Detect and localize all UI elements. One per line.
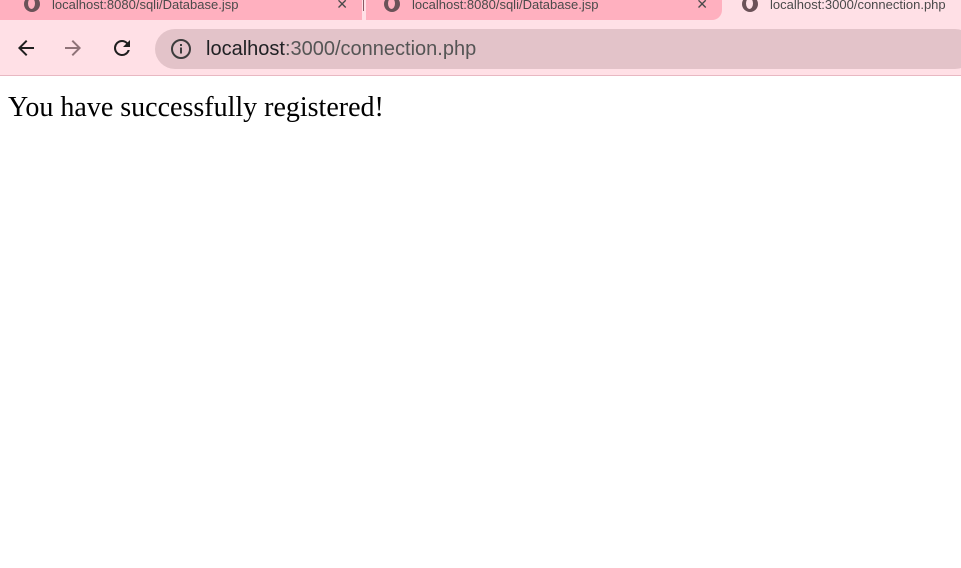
reload-icon	[114, 40, 130, 56]
back-arrow-icon	[18, 40, 34, 56]
browser-toolbar: localhost:3000/connection.php	[0, 22, 961, 75]
forward-button[interactable]	[57, 32, 89, 64]
close-icon[interactable]: ✕	[696, 0, 708, 13]
url-text[interactable]: localhost:3000/connection.php	[206, 38, 476, 61]
globe-icon	[24, 0, 40, 12]
toolbar-divider	[0, 75, 961, 76]
url-path: :3000/connection.php	[284, 37, 477, 60]
tab-connection-active[interactable]: localhost:3000/connection.php	[730, 0, 961, 20]
back-button[interactable]	[10, 32, 42, 64]
info-icon[interactable]	[170, 38, 192, 60]
address-bar[interactable]: localhost:3000/connection.php	[155, 29, 961, 69]
close-icon[interactable]: ✕	[336, 0, 348, 13]
reload-button[interactable]	[106, 32, 138, 64]
tab-title: localhost:8080/sqli/Database.jsp	[52, 0, 239, 12]
tab-database-1[interactable]: localhost:8080/sqli/Database.jsp ✕	[0, 0, 362, 20]
tab-title: localhost:3000/connection.php	[770, 0, 946, 12]
tab-title: localhost:8080/sqli/Database.jsp	[412, 0, 599, 12]
browser-window: localhost:8080/sqli/Database.jsp ✕ local…	[0, 0, 961, 568]
tab-strip: localhost:8080/sqli/Database.jsp ✕ local…	[0, 0, 961, 22]
registration-success-message: You have successfully registered!	[8, 92, 384, 123]
globe-icon	[742, 0, 758, 12]
forward-arrow-icon	[65, 40, 81, 56]
globe-icon	[384, 0, 400, 12]
page-content: You have successfully registered!	[8, 92, 384, 124]
tab-separator	[363, 0, 364, 11]
tab-database-2[interactable]: localhost:8080/sqli/Database.jsp ✕	[366, 0, 722, 20]
url-host: localhost	[206, 37, 285, 60]
